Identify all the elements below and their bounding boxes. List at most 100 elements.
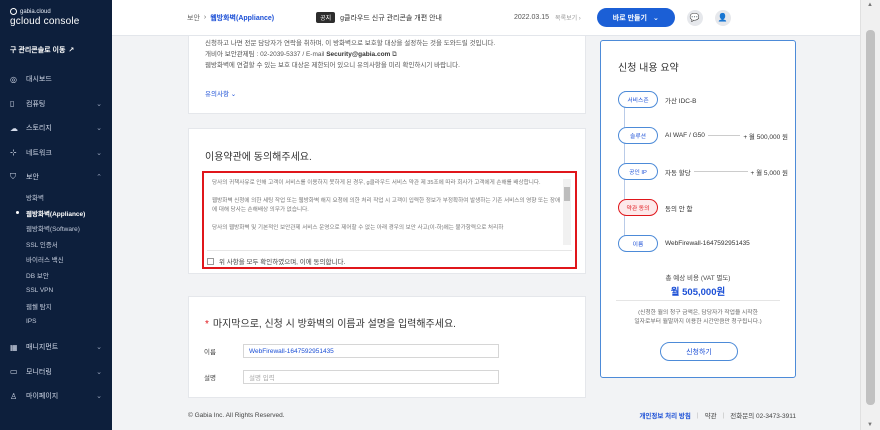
summary-value: 동의 안 함 (665, 205, 693, 213)
compute-icon: ▯ (10, 99, 15, 109)
security-submenu: 방화벽 웹방화벽(Appliance) 웹방화벽(Software) SSL 인증서 바… (0, 190, 112, 330)
summary-row: 이름 WebFirewall-1647592951435 (618, 235, 788, 252)
sidebar: gabia.cloud gcloud console 구 관리콘솔로 이동 ↗ ◎… (0, 0, 112, 430)
privacy-policy-link[interactable]: 개인정보 처리 방침 (639, 410, 690, 420)
total-value: 월 505,000원 (670, 287, 726, 298)
security-submenu-item[interactable]: 웹방화벽(Appliance) (0, 205, 112, 221)
summary-value: WebFirewall-1647592951435 (665, 240, 750, 247)
sidebar-item-label: 대시보드 (26, 76, 52, 84)
divider (616, 300, 780, 301)
scroll-up-icon[interactable]: ▲ (867, 2, 873, 8)
notice-date: 2022.03.15 (514, 14, 550, 21)
network-icon: ⊹ (10, 148, 17, 158)
storage-icon: ☁ (10, 123, 18, 133)
security-submenu-item[interactable]: 웹쉘 탐지 (0, 298, 112, 314)
chevron-down-icon: ⌄ (652, 14, 659, 22)
billing-note: (신청한 월의 청구 금액은, 담당자가 작업을 시작한 일자로부터 월말까지 … (634, 310, 762, 325)
sidebar-item-label: 네트워크 (26, 149, 52, 157)
name-section-title: * 마지막으로, 신청 시 방화벽의 이름과 설명을 입력해주세요. (205, 319, 456, 330)
breadcrumb-root[interactable]: 보안 (187, 13, 200, 23)
security-submenu-item[interactable]: 웹방화벽(Software) (0, 221, 112, 237)
sidebar-item-management[interactable]: ▦ 매니지먼트 ⌄ (0, 335, 112, 360)
summary-price: + 월 5,000 원 (750, 169, 788, 177)
summary-pill: 이름 (618, 235, 658, 252)
required-mark: * (205, 319, 209, 330)
sidebar-item-compute[interactable]: ▯ 컴퓨팅 ⌄ (0, 92, 112, 117)
apply-button[interactable]: 신청하기 (660, 342, 738, 361)
brand-logo[interactable]: gabia.cloud gcloud console (0, 0, 112, 27)
top-bar: 보안 › 웹방화벽(Appliance) 공지 g클라우드 신규 관리콘솔 개편… (112, 0, 860, 36)
name-row: 이름 WebFirewall-1647592951435 (204, 344, 499, 358)
brand-name: gcloud console (10, 16, 80, 27)
name-input[interactable]: WebFirewall-1647592951435 (243, 344, 499, 358)
security-submenu-item[interactable]: DB 보안 (0, 267, 112, 283)
copy-icon[interactable]: ⧉ (392, 51, 397, 58)
shield-icon: ⛉ (10, 172, 16, 182)
sidebar-item-dashboard[interactable]: ◎ 대시보드 (0, 67, 112, 92)
scroll-down-icon[interactable]: ▼ (867, 422, 873, 428)
notice-banner[interactable]: 공지 g클라우드 신규 관리콘솔 개편 안내 (316, 12, 442, 23)
notice-list-link[interactable]: 목록보기 › (555, 13, 581, 22)
sidebar-item-label: 보안 (26, 174, 39, 182)
terms-scroll-thumb[interactable] (564, 187, 570, 201)
phone-contact: 전화문의 02-3473-3911 (730, 413, 796, 420)
summary-row: 솔루션 AI WAF / G50 + 월 500,000 원 (618, 127, 788, 144)
notice-tag: 공지 (316, 12, 336, 23)
security-submenu-item[interactable]: 바이러스 백신 (0, 252, 112, 268)
summary-row: 약관 동의 동의 안 함 (618, 199, 788, 216)
security-submenu-item[interactable]: IPS (0, 314, 112, 330)
breadcrumb: 보안 › 웹방화벽(Appliance) (187, 13, 274, 23)
caution-toggle[interactable]: 유의사항 ⌄ (189, 88, 585, 98)
sidebar-item-label: 매니지먼트 (26, 344, 59, 352)
security-submenu-item[interactable]: SSL 인증서 (0, 236, 112, 252)
sidebar-item-label: 모니터링 (26, 368, 52, 376)
terms-link[interactable]: 약관 (705, 410, 717, 420)
sidebar-item-user[interactable]: ♙ 마이페이지 ⌄ (0, 384, 112, 409)
agree-checkbox[interactable] (207, 257, 214, 265)
sidebar-item-monitor[interactable]: ▭ 모니터링 ⌄ (0, 360, 112, 385)
chevron-icon: ⌄ (96, 393, 102, 401)
terms-paragraph: 웹방화벽 신청에 의한 세팅 작업 또는 웹방화벽 해지 요청에 의한 처리 작… (212, 198, 561, 213)
chat-icon[interactable]: 💬 (686, 9, 703, 26)
leader-line (693, 171, 748, 172)
user-icon: ♙ (10, 391, 18, 401)
security-submenu-item[interactable]: SSL VPN (0, 283, 112, 299)
leader-line (707, 135, 741, 136)
terms-scrollbar[interactable] (563, 179, 571, 245)
summary-pill: 솔루션 (618, 127, 658, 144)
terms-text[interactable]: 당사의 귀책사유로 인해 고객이 서비스를 이용하지 못하게 된 경우, g클라… (212, 179, 564, 244)
total-label: 총 예상 비용 (VAT 별도) (665, 275, 731, 282)
terms-paragraph: 당사의 귀책사유로 인해 고객이 서비스를 이용하지 못하게 된 경우, g클라… (212, 180, 541, 186)
name-card: * 마지막으로, 신청 시 방화벽의 이름과 설명을 입력해주세요. 이름 Web… (188, 296, 586, 398)
quick-create-button[interactable]: 바로 만들기 ⌄ (596, 8, 675, 27)
summary-pill: 서비스존 (618, 91, 658, 108)
scroll-thumb[interactable] (866, 30, 875, 405)
security-email[interactable]: Security@gabia.com (326, 51, 390, 58)
logo-mark-icon (10, 8, 17, 15)
chevron-icon: ⌄ (96, 100, 102, 108)
breadcrumb-separator: › (203, 14, 207, 21)
security-submenu-item[interactable]: 방화벽 (0, 190, 112, 206)
description-input[interactable]: 설명 입력 (243, 370, 499, 384)
summary-title: 신청 내용 요약 (618, 63, 679, 74)
dashboard-icon: ◎ (10, 74, 17, 84)
terms-box: 당사의 귀책사유로 인해 고객이 서비스를 이용하지 못하게 된 경우, g클라… (202, 171, 577, 269)
sidebar-item-label: 스토리지 (26, 125, 52, 133)
go-old-console-link[interactable]: 구 관리콘솔로 이동 ↗ (0, 45, 112, 55)
notice-line-1: 신청하고 나면 전문 담당자가 연락을 취하며, 이 방화벽으로 보호할 대상을… (205, 40, 496, 47)
copyright: © Gabia Inc. All Rights Reserved. (188, 411, 285, 419)
page-scrollbar[interactable]: ▲ ▼ (860, 0, 880, 430)
terms-paragraph: 당사의 웹방화벽 및 기본적인 보안관제 서비스 운영으로 제어할 수 없는 아… (212, 225, 504, 231)
summary-price: + 월 500,000 원 (743, 133, 788, 141)
sidebar-item-network[interactable]: ⊹ 네트워크 ⌄ (0, 141, 112, 166)
sidebar-item-label: 컴퓨팅 (26, 100, 46, 108)
sidebar-item-shield[interactable]: ⛉ 보안 ⌃ (0, 165, 112, 190)
summary-pill: 약관 동의 (618, 199, 658, 216)
sidebar-item-storage[interactable]: ☁ 스토리지 ⌄ (0, 116, 112, 141)
agree-label[interactable]: 위 사항을 모두 확인하였으며, 이에 동의합니다. (219, 256, 345, 266)
external-link-icon: ↗ (68, 47, 75, 54)
terms-agree-row[interactable]: 위 사항을 모두 확인하였으며, 이에 동의합니다. (207, 250, 572, 266)
terms-card: 이용약관에 동의해주세요. 당사의 귀책사유로 인해 고객이 서비스를 이용하지… (188, 128, 586, 274)
user-avatar-icon[interactable]: 👤 (714, 9, 731, 26)
chevron-icon: ⌄ (96, 368, 102, 376)
